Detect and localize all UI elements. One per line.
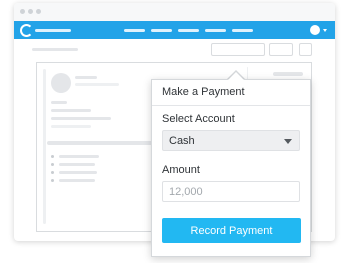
window-dot-close[interactable] xyxy=(20,9,25,14)
user-avatar[interactable] xyxy=(310,25,320,35)
doc-line xyxy=(51,109,91,112)
window-dot-minimize[interactable] xyxy=(28,9,33,14)
toolbar-button[interactable] xyxy=(269,43,293,56)
list-item xyxy=(59,171,97,174)
doc-margin-placeholder xyxy=(43,69,46,224)
doc-line xyxy=(51,117,111,120)
popover-title: Make a Payment xyxy=(162,86,245,98)
table-header-placeholder xyxy=(47,141,157,145)
app-header xyxy=(14,21,335,39)
list-item xyxy=(59,179,95,182)
nav-item-4[interactable] xyxy=(205,29,226,32)
make-payment-popover: Make a Payment Select Account Cash Amoun… xyxy=(151,79,311,257)
list-item xyxy=(59,163,95,166)
chevron-down-icon[interactable] xyxy=(323,29,327,32)
app-name-placeholder xyxy=(35,29,71,32)
toolbar-more-button[interactable] xyxy=(299,43,312,56)
window-dot-maximize[interactable] xyxy=(36,9,41,14)
ring-logo-icon[interactable] xyxy=(20,24,33,37)
select-account-label: Select Account xyxy=(162,113,235,125)
nav-item-1[interactable] xyxy=(124,29,145,32)
list-bullet xyxy=(51,171,54,174)
nav-item-5[interactable] xyxy=(232,29,253,32)
doc-line xyxy=(51,125,91,128)
doc-status-placeholder xyxy=(273,72,303,76)
list-item xyxy=(59,155,99,158)
list-bullet xyxy=(51,155,54,158)
amount-input[interactable] xyxy=(162,181,300,202)
chevron-down-icon xyxy=(284,139,292,144)
account-select[interactable]: Cash xyxy=(162,130,300,151)
amount-label: Amount xyxy=(162,164,200,176)
nav-item-3[interactable] xyxy=(178,29,199,32)
popover-arrow-fill xyxy=(228,72,244,80)
nav-item-2[interactable] xyxy=(151,29,172,32)
page-title-placeholder xyxy=(32,48,78,51)
record-payment-button[interactable]: Record Payment xyxy=(162,218,301,243)
toolbar-dropdown[interactable] xyxy=(211,43,265,56)
account-select-value: Cash xyxy=(169,135,195,147)
list-bullet xyxy=(51,163,54,166)
list-bullet xyxy=(51,179,54,182)
customer-name-placeholder xyxy=(75,76,97,79)
customer-detail-placeholder xyxy=(75,83,119,86)
customer-avatar xyxy=(51,73,71,93)
window-chrome xyxy=(14,3,335,21)
doc-line xyxy=(51,101,67,104)
popover-divider xyxy=(152,105,310,106)
